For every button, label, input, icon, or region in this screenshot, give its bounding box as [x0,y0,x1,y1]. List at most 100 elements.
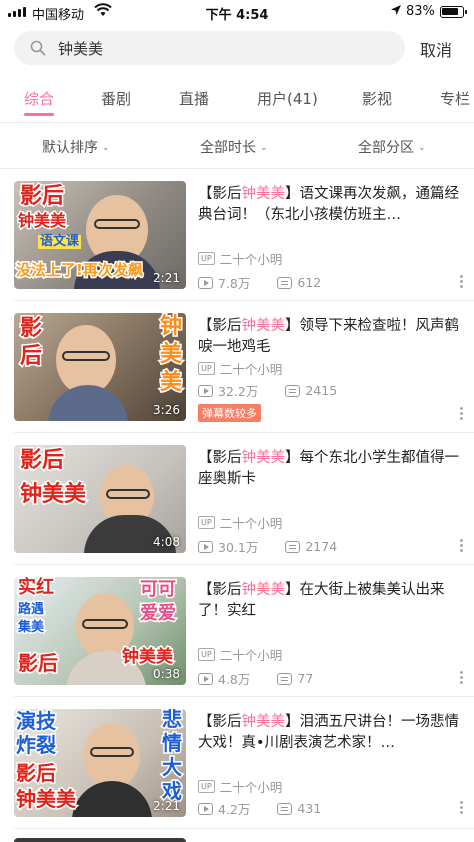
play-count-icon [198,540,213,553]
play-count-icon [198,802,213,815]
video-title[interactable]: 【影后钟美美】在大街上被集美认出来了！实红 [198,580,464,622]
duration-filter[interactable]: 全部时长 ⌄ [200,137,268,157]
uploader-name: 二十个小明 [219,516,283,531]
search-icon [30,40,46,60]
result-tabs: 综合 番剧 直播 用户(41) 影视 专栏 [0,84,474,124]
stats-row: 4.2万 431 [198,799,321,818]
video-duration: 2:21 [153,271,180,285]
clock: 下午 4:54 [205,8,269,23]
status-bar: 中国移动 下午 4:54 83% [0,0,474,24]
thumb-caption: 影后 [15,761,58,785]
thumb-caption: 演技 [15,709,58,733]
uploader-row[interactable]: UP 二十个小明 [198,777,282,796]
divider [0,168,474,169]
thumb-caption: 大 [161,755,184,779]
video-thumbnail[interactable]: 影 后 钟 美 美 3:26 [14,313,186,421]
video-result[interactable]: 演技 炸裂 影后 钟美美 悲 情 大 戏 2:21 【影后钟美美】泪洒五尺讲台！… [0,709,474,839]
thumb-caption: 美 [158,369,183,395]
location-icon [390,4,402,20]
duration-filter-label: 全部时长 [200,140,256,156]
video-thumbnail[interactable]: 实红 路遇 集美 影后 可可 爱爱 钟美美 0:38 [14,577,186,685]
sort-filter-label: 默认排序 [42,140,98,156]
more-vertical-icon[interactable] [460,407,464,422]
thumb-caption: 影后 [17,651,60,675]
title-keyword-highlight: 钟美美 [241,186,286,202]
thumb-caption: 影后 [18,183,65,209]
tab-users[interactable]: 用户(41) [257,88,318,109]
thumb-caption: 炸裂 [15,733,58,757]
danmaku-icon [285,540,301,553]
danmaku-icon [277,802,293,815]
tab-articles[interactable]: 专栏 [440,88,470,109]
up-badge-icon: UP [198,362,215,375]
divider [14,696,474,697]
search-query[interactable]: 钟美美 [58,38,103,59]
thumb-caption: 钟美美 [16,211,67,231]
uploader-row[interactable]: UP 二十个小明 [198,645,282,664]
chevron-down-icon: ⌄ [418,142,426,153]
danmaku-icon [285,384,301,397]
thumb-caption: 可可 [139,579,178,601]
video-thumbnail[interactable]: 影后 钟美美 语文课 没法上了!再次发飙 2:21 [14,181,186,289]
uploader-row[interactable]: UP 二十个小明 [198,359,282,378]
tab-film[interactable]: 影视 [362,88,392,109]
thumb-caption: 没法上了!再次发飙 [15,261,145,279]
more-vertical-icon[interactable] [460,801,464,816]
play-count-icon [198,276,213,289]
title-keyword-highlight: 钟美美 [241,318,286,334]
category-filter[interactable]: 全部分区 ⌄ [358,137,426,157]
video-result[interactable]: 影后 钟美美 4:08 【影后钟美美】每个东北小学生都值得一座奥斯卡 UP 二十… [0,445,474,575]
video-thumbnail[interactable]: 影后 钟美美 4:08 [14,445,186,553]
view-count: 30.1万 [218,540,259,555]
thumb-caption: 情 [161,731,184,755]
divider [0,122,474,123]
danmaku-icon [277,672,293,685]
more-vertical-icon[interactable] [460,671,464,686]
category-filter-label: 全部分区 [358,140,414,156]
danmaku-count: 77 [297,671,314,686]
video-result[interactable]: 影 后 钟 美 美 3:26 【影后钟美美】领导下来检查啦！风声鹤唳一地鸡毛 U… [0,313,474,443]
more-vertical-icon[interactable] [460,539,464,554]
danmaku-count: 612 [297,275,322,290]
tab-bangumi[interactable]: 番剧 [101,88,131,109]
battery-percent: 83% [406,4,435,19]
video-duration: 3:26 [153,403,180,417]
active-tab-indicator [24,113,54,116]
up-badge-icon: UP [198,252,215,265]
uploader-row[interactable]: UP 二十个小明 [198,249,282,268]
play-count-icon [198,384,213,397]
video-result[interactable]: 实红 路遇 集美 影后 可可 爱爱 钟美美 0:38 【影后钟美美】在大街上被集… [0,577,474,707]
video-title[interactable]: 【影后钟美美】语文课再次发飙，通篇经典台词！（东北小孩模仿班主… [198,184,464,226]
title-keyword-highlight: 钟美美 [241,450,286,466]
video-duration: 4:08 [153,535,180,549]
video-title[interactable]: 【影后钟美美】领导下来检查啦！风声鹤唳一地鸡毛 [198,316,464,358]
video-result[interactable]: 影后 钟美美 语文课 没法上了!再次发飙 2:21 【影后钟美美】语文课再次发飙… [0,181,474,311]
uploader-name: 二十个小明 [219,780,283,795]
thumb-caption: 语文课 [38,234,82,249]
video-thumbnail[interactable] [14,838,186,842]
popular-danmaku-badge: 弹幕数较多 [198,404,261,422]
thumb-caption: 影 [18,315,43,341]
sort-filter[interactable]: 默认排序 ⌄ [42,137,110,157]
video-duration: 2:21 [153,799,180,813]
more-vertical-icon[interactable] [460,275,464,290]
view-count: 7.8万 [218,276,251,291]
video-title[interactable]: 【影后钟美美】泪洒五尺讲台！一场悲情大戏！真•川剧表演艺术家！… [198,712,464,754]
divider [14,432,474,433]
tab-all[interactable]: 综合 [24,88,54,109]
tab-live[interactable]: 直播 [179,88,209,109]
uploader-row[interactable]: UP 二十个小明 [198,513,282,532]
video-thumbnail[interactable]: 演技 炸裂 影后 钟美美 悲 情 大 戏 2:21 [14,709,186,817]
stats-row: 32.2万 2415 [198,381,337,400]
divider [14,564,474,565]
danmaku-count: 2174 [305,539,338,554]
thumb-caption: 美 [158,341,183,367]
chevron-down-icon: ⌄ [260,142,268,153]
cancel-button[interactable]: 取消 [420,37,452,61]
thumb-caption: 爱爱 [139,603,178,625]
video-duration: 0:38 [153,667,180,681]
search-input[interactable]: 钟美美 [14,31,405,65]
stats-row: 7.8万 612 [198,273,321,292]
video-title[interactable]: 【影后钟美美】每个东北小学生都值得一座奥斯卡 [198,448,464,490]
stats-row: 30.1万 2174 [198,537,337,556]
